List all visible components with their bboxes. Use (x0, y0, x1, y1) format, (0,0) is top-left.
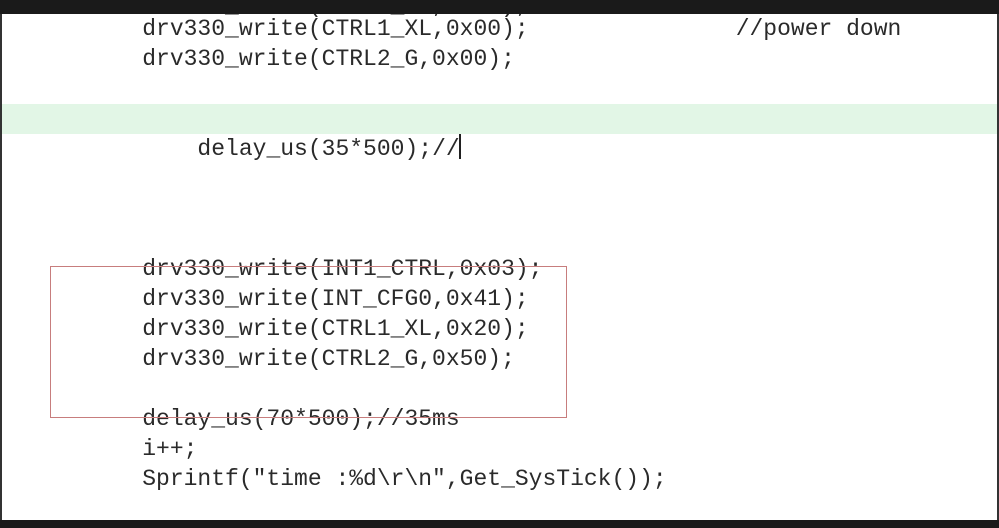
partial-line-top: drv330_write(CTRL1_XL,0x00); // ... (2, 14, 997, 21)
code-line[interactable] (2, 164, 997, 194)
code-line[interactable]: Sprintf("time :%d\r\n",Get_SysTick()); (2, 464, 997, 494)
code-line[interactable]: drv330_write(INT_CFG0,0x41); (2, 284, 997, 314)
code-line[interactable] (2, 74, 997, 104)
code-line-highlighted[interactable]: delay_us(35*500);// (2, 104, 997, 134)
code-line[interactable] (2, 224, 997, 254)
code-line[interactable]: drv330_write(CTRL1_XL,0x20); (2, 314, 997, 344)
code-line[interactable] (2, 194, 997, 224)
code-line[interactable]: delay_us(70*500);//35ms (2, 404, 997, 434)
code-line[interactable]: drv330_write(CTRL2_G,0x50); (2, 344, 997, 374)
code-line[interactable]: drv330_write(CTRL2_G,0x00); (2, 44, 997, 74)
code-line[interactable] (2, 374, 997, 404)
text-cursor (459, 134, 461, 159)
code-line[interactable]: i++; (2, 434, 997, 464)
code-line[interactable]: drv330_write(INT1_CTRL,0x03); (2, 254, 997, 284)
code-text: delay_us(35*500);// (142, 136, 459, 162)
code-editor[interactable]: drv330_write(CTRL1_XL,0x00); // ... drv3… (0, 14, 999, 520)
